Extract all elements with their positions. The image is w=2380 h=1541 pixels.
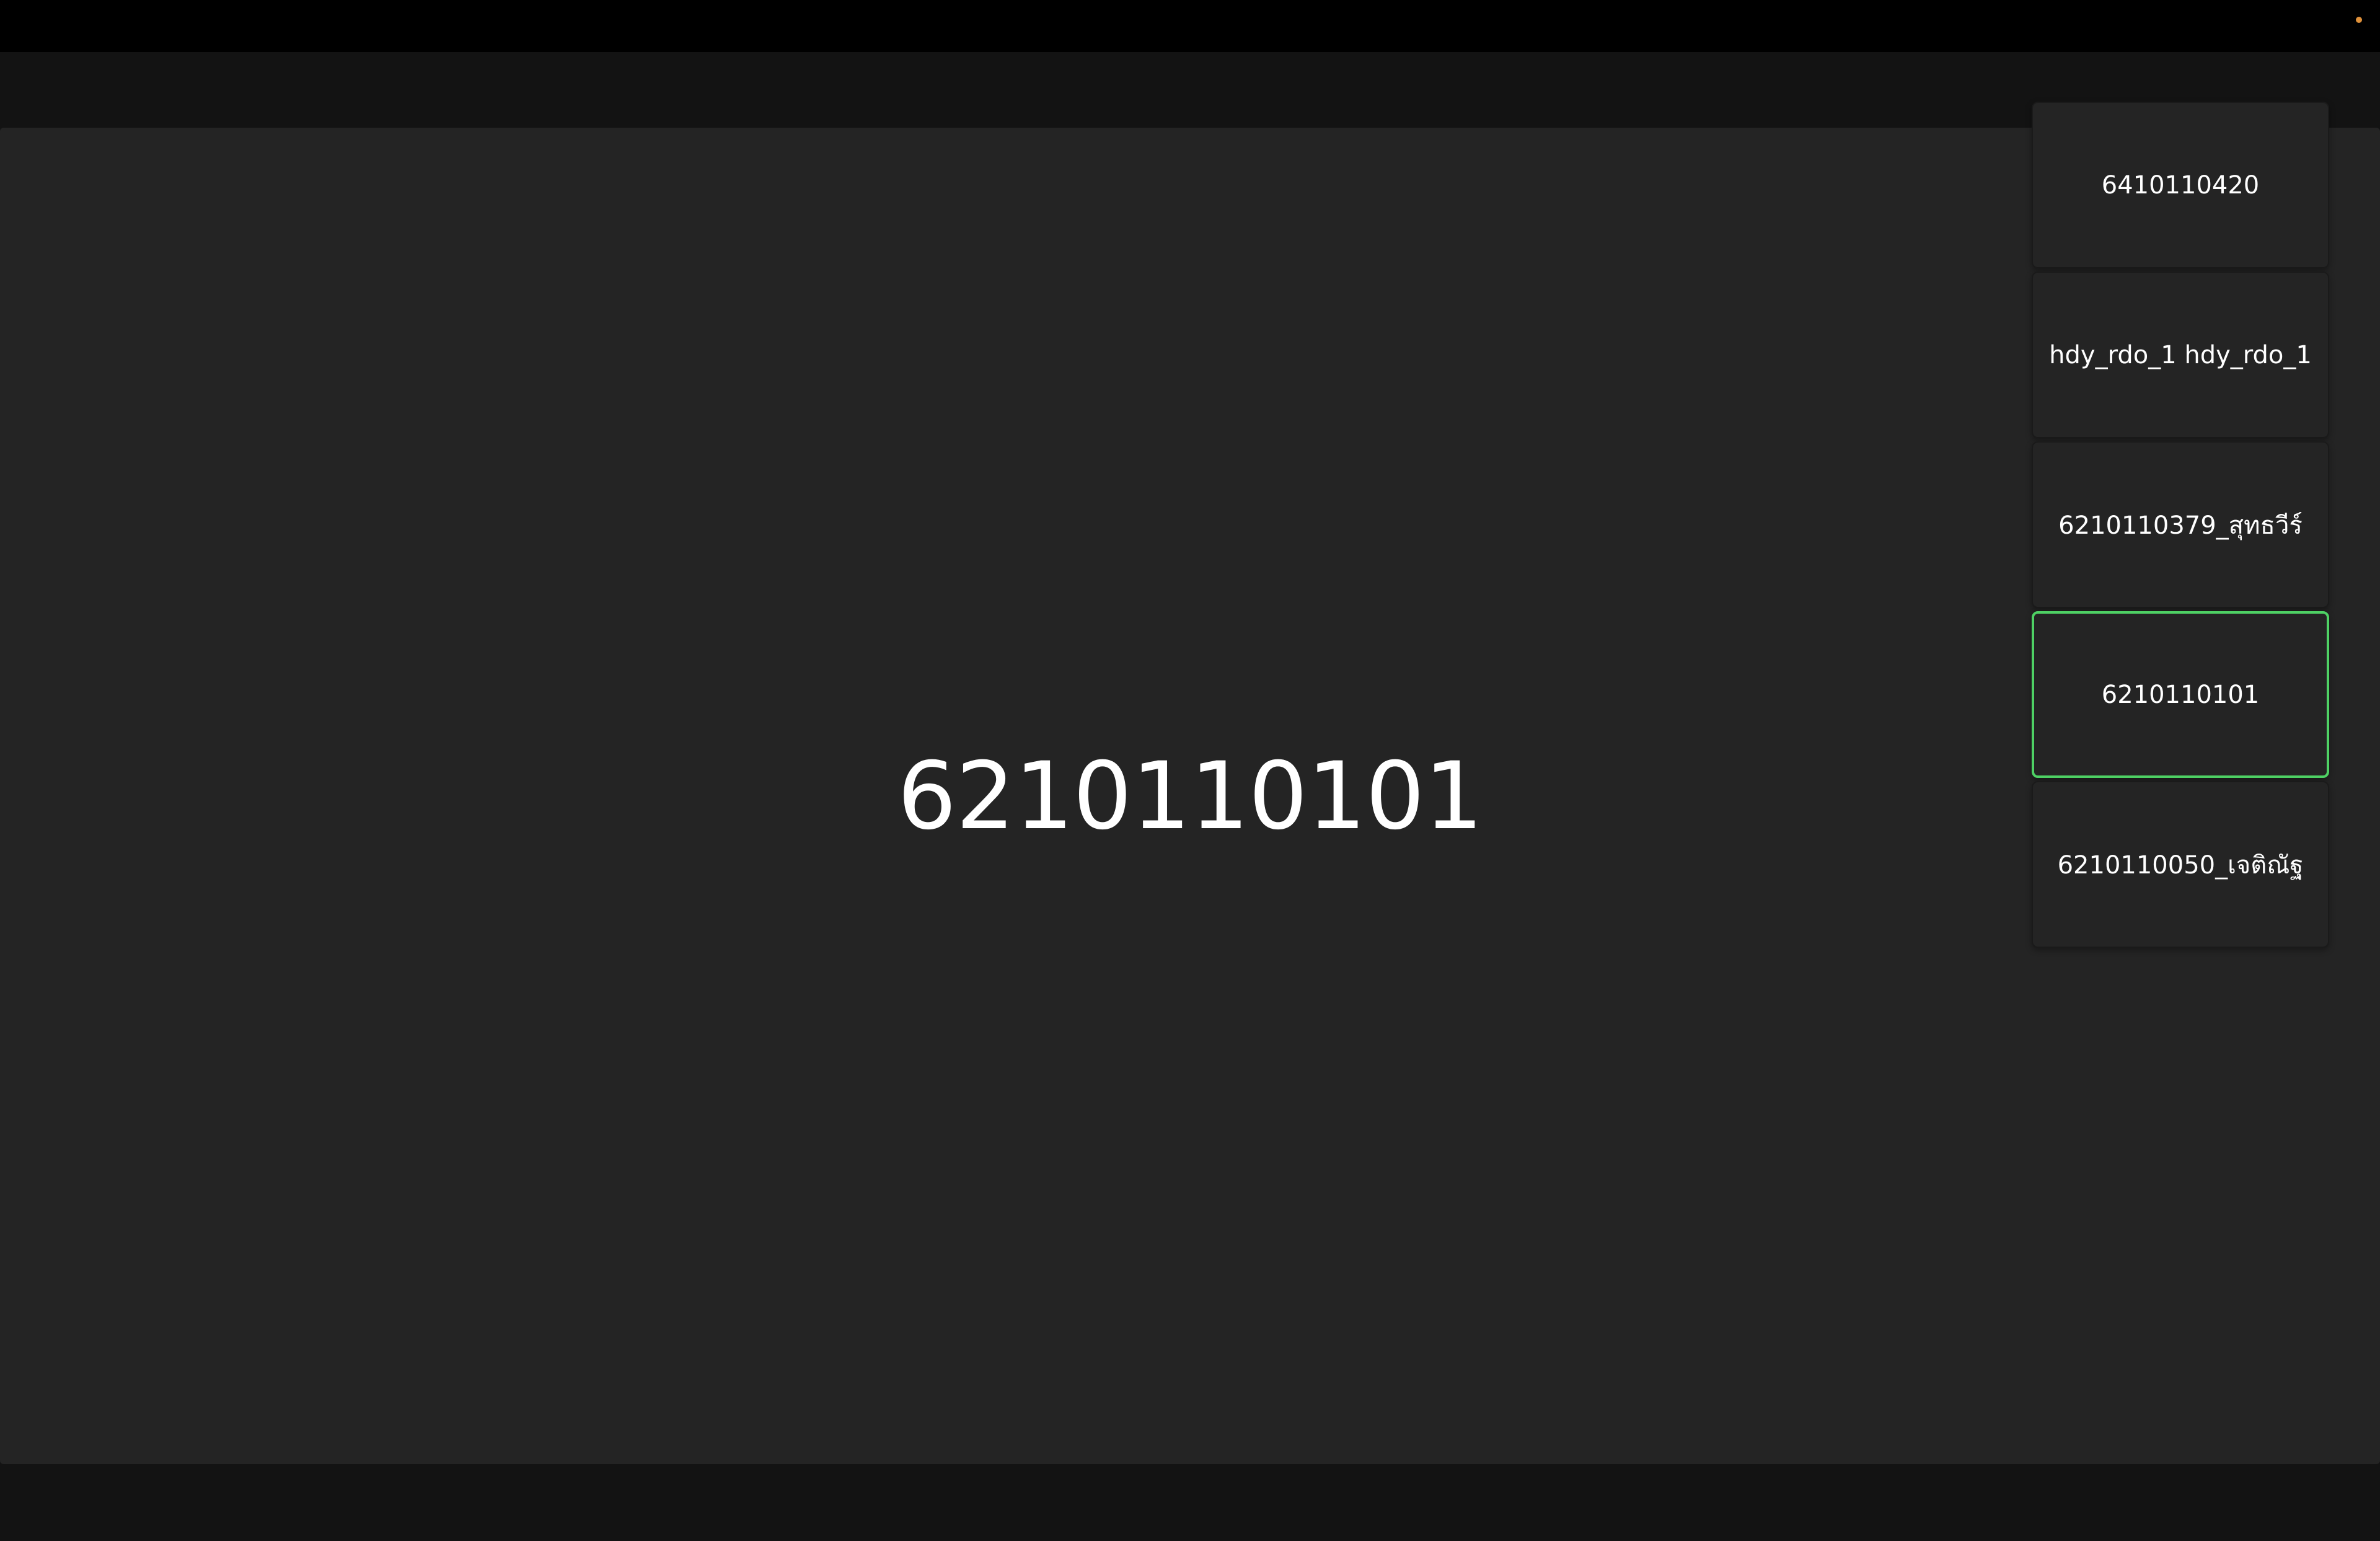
participant-name: 6210110050_เจติณัฐ xyxy=(2057,850,2304,880)
participant-tile[interactable]: 6210110050_เจติณัฐ xyxy=(2032,781,2329,948)
participant-name: 6210110379_สุทธวีร์ xyxy=(2058,511,2303,540)
participant-name: 6410110420 xyxy=(2101,170,2260,200)
participant-name: hdy_rdo_1 hdy_rdo_1 xyxy=(2049,340,2312,369)
participant-name: 6210110101 xyxy=(2101,680,2260,709)
participant-tile[interactable]: 6210110379_สุทธวีร์ xyxy=(2032,441,2329,608)
active-speaker-name: 6210110101 xyxy=(897,743,1483,850)
participant-tile[interactable]: 6410110420 xyxy=(2032,102,2329,268)
top-bar xyxy=(0,0,2380,52)
participant-tile[interactable]: hdy_rdo_1 hdy_rdo_1 xyxy=(2032,272,2329,438)
recording-indicator-icon xyxy=(2356,17,2362,23)
participant-tile-active[interactable]: 6210110101 xyxy=(2032,611,2329,778)
